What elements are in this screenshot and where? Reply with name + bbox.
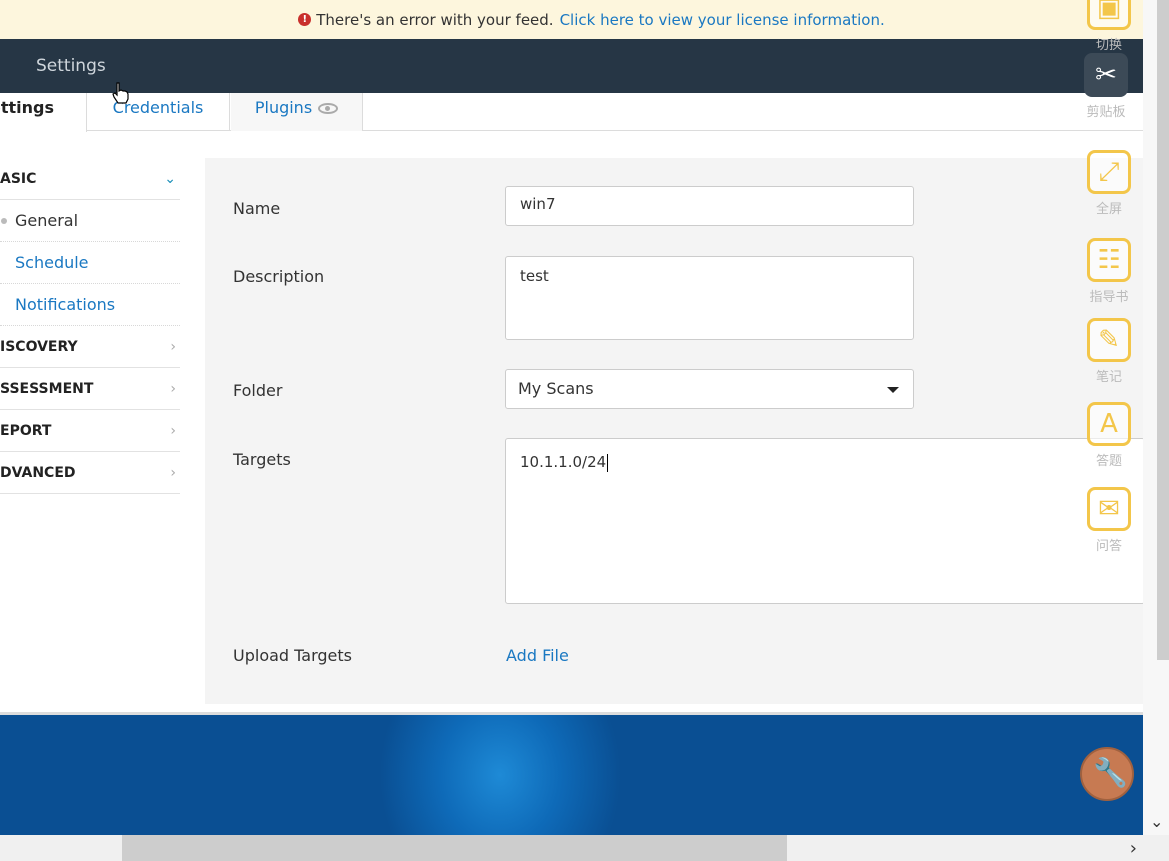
- section-advanced[interactable]: DVANCED ›: [0, 452, 180, 494]
- tab-plugins-label: Plugins: [254, 98, 313, 117]
- name-label: Name: [233, 199, 281, 218]
- chevron-right-icon: ›: [170, 465, 176, 481]
- tools-button[interactable]: 🔧: [1080, 747, 1134, 801]
- scissors-icon: ✂: [1084, 53, 1128, 97]
- caret-down-icon: [887, 387, 899, 393]
- toolbar-label: 答题: [1095, 454, 1122, 469]
- tab-credentials[interactable]: Credentials: [87, 93, 230, 131]
- sidebar-item-label: Schedule: [15, 253, 89, 272]
- scroll-down-icon[interactable]: ⌄: [1150, 812, 1163, 831]
- error-icon: !: [298, 13, 312, 26]
- targets-value: 10.1.1.0/24: [520, 453, 607, 471]
- answer-icon: A: [1087, 402, 1131, 446]
- wrench-icon: 🔧: [1093, 756, 1128, 789]
- section-basic[interactable]: ASIC ⌄: [0, 158, 180, 200]
- name-input[interactable]: win7: [505, 186, 914, 226]
- toolbar-clipboard[interactable]: ✂ 剪贴板: [1076, 53, 1136, 120]
- section-report-label: EPORT: [0, 423, 52, 439]
- sidebar-item-label: General: [15, 211, 79, 230]
- eye-icon: [318, 103, 339, 114]
- scroll-right-icon[interactable]: ›: [1130, 838, 1137, 859]
- fullscreen-icon: ⤢: [1087, 150, 1131, 194]
- pen-icon: ✎: [1087, 318, 1131, 362]
- section-basic-label: ASIC: [0, 171, 37, 187]
- tab-bar: ettings Credentials Plugins: [0, 93, 1143, 132]
- top-nav: Settings: [0, 39, 1143, 93]
- vertical-scrollbar[interactable]: ⌄: [1143, 0, 1169, 835]
- toolbar-label: 指导书: [1089, 290, 1129, 305]
- section-discovery-label: ISCOVERY: [0, 339, 78, 355]
- switch-icon: ▣: [1087, 0, 1131, 30]
- form-panel: [205, 158, 1143, 704]
- error-banner: ! There's an error with your feed. Click…: [0, 0, 1143, 39]
- folder-value: My Scans: [518, 379, 594, 398]
- toolbar-label: 切换: [1095, 38, 1122, 53]
- nav-settings[interactable]: Settings: [36, 56, 106, 76]
- tab-settings[interactable]: ettings: [0, 93, 87, 132]
- chevron-right-icon: ›: [170, 423, 176, 439]
- license-link[interactable]: Click here to view your license informat…: [560, 11, 885, 29]
- toolbar-fullscreen[interactable]: ⤢ 全屏: [1079, 150, 1139, 217]
- section-discovery[interactable]: ISCOVERY ›: [0, 326, 180, 368]
- toolbar-label: 笔记: [1095, 370, 1122, 385]
- chevron-right-icon: ›: [170, 339, 176, 355]
- toolbar-label: 问答: [1095, 539, 1122, 554]
- banner-message: There's an error with your feed.: [316, 10, 554, 29]
- description-textarea[interactable]: test: [505, 256, 914, 340]
- sidebar-item-notifications[interactable]: Notifications: [0, 284, 180, 326]
- settings-sidebar: ASIC ⌄ General Schedule Notifications IS…: [0, 158, 180, 494]
- section-advanced-label: DVANCED: [0, 465, 76, 481]
- tab-settings-label: ettings: [0, 98, 54, 117]
- targets-textarea[interactable]: 10.1.1.0/24: [505, 438, 1145, 604]
- toolbar-guide[interactable]: ☷ 指导书: [1079, 238, 1139, 305]
- targets-label: Targets: [233, 450, 291, 469]
- section-assessment[interactable]: SSESSMENT ›: [0, 368, 180, 410]
- toolbar-label: 全屏: [1095, 202, 1122, 217]
- horizontal-scroll-thumb[interactable]: [122, 835, 787, 861]
- toolbar-qa[interactable]: ✉ 问答: [1079, 487, 1139, 554]
- chevron-right-icon: ›: [170, 381, 176, 397]
- description-label: Description: [233, 267, 325, 286]
- section-assessment-label: SSESSMENT: [0, 381, 94, 397]
- toolbar-answer[interactable]: A 答题: [1079, 402, 1139, 469]
- sidebar-item-schedule[interactable]: Schedule: [0, 242, 180, 284]
- vertical-scroll-thumb[interactable]: [1157, 0, 1169, 660]
- book-icon: ☷: [1087, 238, 1131, 282]
- qa-icon: ✉: [1087, 487, 1131, 531]
- desktop-background: [0, 712, 1143, 835]
- upload-targets-label: Upload Targets: [233, 646, 352, 665]
- toolbar-label: 剪贴板: [1086, 105, 1126, 120]
- sidebar-item-label: Notifications: [15, 295, 116, 314]
- sidebar-item-general[interactable]: General: [0, 200, 180, 242]
- horizontal-scrollbar[interactable]: ›: [0, 835, 1169, 861]
- toolbar-switch[interactable]: ▣ 切换: [1079, 0, 1139, 53]
- hand-cursor-icon: [112, 82, 129, 104]
- toolbar-notes[interactable]: ✎ 笔记: [1079, 318, 1139, 385]
- tab-plugins[interactable]: Plugins: [231, 93, 363, 131]
- section-report[interactable]: EPORT ›: [0, 410, 180, 452]
- text-cursor: [607, 453, 609, 472]
- active-dot-icon: [1, 218, 7, 224]
- description-value: test: [520, 267, 549, 285]
- folder-label: Folder: [233, 381, 283, 400]
- folder-select[interactable]: My Scans: [505, 369, 914, 409]
- name-value: win7: [520, 195, 556, 213]
- chevron-down-icon: ⌄: [164, 171, 176, 187]
- add-file-link[interactable]: Add File: [506, 646, 569, 665]
